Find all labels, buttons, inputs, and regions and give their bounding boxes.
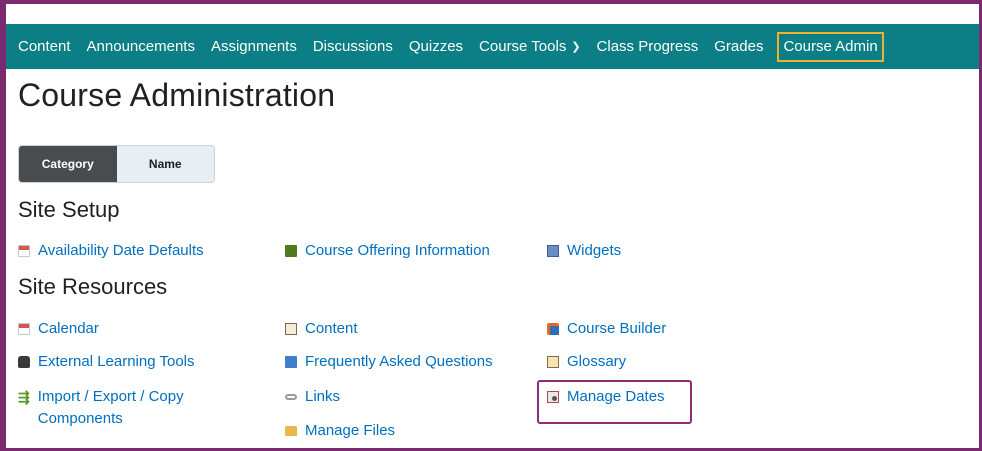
tool-content[interactable]: Content xyxy=(285,318,358,340)
tool-glossary[interactable]: Glossary xyxy=(547,351,626,373)
nav-item-quizzes[interactable]: Quizzes xyxy=(401,32,471,62)
glossary-icon xyxy=(547,356,559,368)
course-navbar: Content Announcements Assignments Discus… xyxy=(6,24,979,69)
tool-course-offering-information[interactable]: Course Offering Information xyxy=(285,240,490,262)
tool-label: Manage Files xyxy=(305,422,396,439)
tool-frequently-asked-questions[interactable]: Frequently Asked Questions xyxy=(285,351,493,373)
tool-links[interactable]: Links xyxy=(285,386,340,408)
tool-course-builder[interactable]: Course Builder xyxy=(547,318,666,340)
link-icon xyxy=(285,394,297,400)
section-title-site-resources: Site Resources xyxy=(18,274,168,299)
tool-manage-files[interactable]: Manage Files xyxy=(285,420,395,442)
browser-frame: Content Announcements Assignments Discus… xyxy=(6,4,979,448)
nav-item-course-admin[interactable]: Course Admin xyxy=(777,31,884,62)
tool-label: External Learning Tools xyxy=(38,353,195,370)
nav-label: Class Progress xyxy=(596,38,699,55)
nav-label: Content xyxy=(18,38,71,55)
section-title-site-setup: Site Setup xyxy=(18,197,120,222)
tool-label: Availability Date Defaults xyxy=(38,242,204,259)
nav-label: Discussions xyxy=(312,38,393,55)
top-strip xyxy=(6,4,979,16)
nav-label: Assignments xyxy=(210,38,297,55)
toggle-category-button[interactable]: Category xyxy=(19,146,117,182)
nav-label: Course Tools xyxy=(479,38,567,55)
course-builder-icon xyxy=(547,323,559,335)
widget-icon xyxy=(547,245,559,257)
tool-external-learning-tools[interactable]: External Learning Tools xyxy=(18,351,195,373)
tool-label: Links xyxy=(305,388,341,405)
nav-item-assignments[interactable]: Assignments xyxy=(203,32,305,62)
manage-dates-callout xyxy=(537,380,692,424)
tool-label: Course Builder xyxy=(567,320,667,337)
nav-item-class-progress[interactable]: Class Progress xyxy=(589,32,707,62)
calendar-icon xyxy=(18,323,30,335)
import-export-icon: ⇶ xyxy=(18,389,30,405)
nav-item-discussions[interactable]: Discussions xyxy=(305,32,401,62)
external-tools-icon xyxy=(18,356,30,368)
faq-icon xyxy=(285,356,297,368)
book-icon xyxy=(285,245,297,257)
nav-item-course-tools[interactable]: Course Tools ❯ xyxy=(471,32,589,62)
tool-label: Glossary xyxy=(567,353,627,370)
tool-import-export-copy[interactable]: ⇶ Import / Export / Copy Components xyxy=(18,386,248,430)
folder-icon xyxy=(285,426,297,436)
content-book-icon xyxy=(285,323,297,335)
tool-label: Import / Export / Copy Components xyxy=(37,388,184,427)
tool-label: Calendar xyxy=(38,320,99,337)
nav-label: Announcements xyxy=(86,38,195,55)
tool-label: Widgets xyxy=(567,242,622,259)
toggle-name-button[interactable]: Name xyxy=(116,146,214,182)
nav-item-content[interactable]: Content xyxy=(6,32,79,62)
nav-item-announcements[interactable]: Announcements xyxy=(79,32,203,62)
calendar-icon xyxy=(18,245,30,257)
tool-calendar[interactable]: Calendar xyxy=(18,318,99,340)
chevron-down-icon: ❯ xyxy=(571,41,581,53)
nav-label: Course Admin xyxy=(783,38,878,55)
tool-widgets[interactable]: Widgets xyxy=(547,240,621,262)
nav-item-grades[interactable]: Grades xyxy=(706,32,771,62)
tool-label: Course Offering Information xyxy=(305,242,490,259)
tool-label: Frequently Asked Questions xyxy=(305,353,493,370)
nav-label: Grades xyxy=(714,38,764,55)
page-title: Course Administration xyxy=(18,77,336,113)
nav-label: Quizzes xyxy=(408,38,464,55)
tool-label: Content xyxy=(305,320,358,337)
view-toggle: Category Name xyxy=(18,145,215,183)
tool-availability-date-defaults[interactable]: Availability Date Defaults xyxy=(18,240,204,262)
